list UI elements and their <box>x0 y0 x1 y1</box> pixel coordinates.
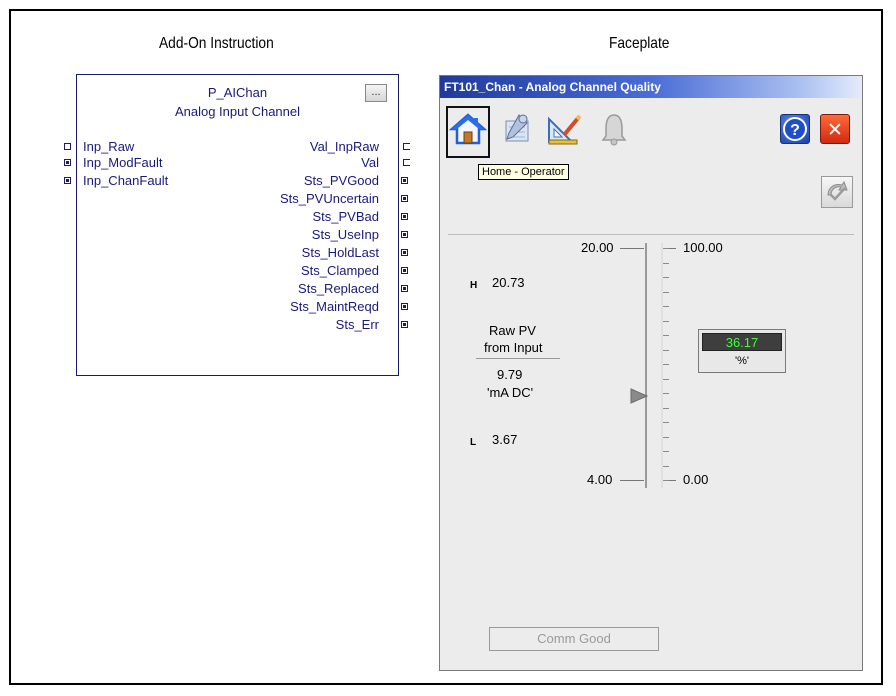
scale-tick <box>663 422 669 423</box>
pv-value: 36.17 <box>702 333 782 351</box>
output-pin-sts-pvgood: Sts_PVGood <box>303 173 379 188</box>
separator <box>448 234 854 235</box>
output-pin-marker <box>401 303 408 310</box>
scale-tick <box>663 364 669 365</box>
engineering-button[interactable] <box>544 109 584 149</box>
scale-tick <box>663 277 669 278</box>
output-pin-marker <box>401 249 408 256</box>
aoi-block[interactable]: P_AIChan Analog Input Channel ... Inp_Ra… <box>64 74 410 376</box>
raw-max-line <box>620 248 644 249</box>
input-pin-marker <box>64 177 71 184</box>
output-pin-marker <box>403 159 410 166</box>
help-icon: ? <box>783 117 807 141</box>
maintenance-button[interactable] <box>497 109 537 149</box>
scale-tick <box>663 451 669 452</box>
home-button[interactable] <box>448 109 488 149</box>
reset-button[interactable] <box>821 176 853 208</box>
faceplate-window: FT101_Chan - Analog Channel Quality ? ✕ … <box>439 75 863 671</box>
bell-icon <box>601 114 627 146</box>
scale-tick <box>663 349 669 351</box>
svg-text:?: ? <box>790 122 800 139</box>
scale-tick <box>663 407 669 409</box>
output-pin-marker <box>401 231 408 238</box>
output-pin-marker <box>401 321 408 328</box>
output-pin-sts-pvuncertain: Sts_PVUncertain <box>280 191 379 206</box>
low-limit-marker: L <box>470 437 477 448</box>
svg-text:✕: ✕ <box>827 119 843 141</box>
close-icon: ✕ <box>827 119 843 141</box>
output-pin-sts-pvbad: Sts_PVBad <box>312 209 380 224</box>
reset-icon <box>827 180 848 201</box>
raw-unit: 'mA DC' <box>487 385 534 400</box>
tooltip: Home - Operator <box>478 164 569 180</box>
eu-max-label: 100.00 <box>683 240 723 255</box>
aoi-heading: Add-On Instruction <box>159 35 274 52</box>
scale-tick <box>663 335 669 336</box>
raw-min-line <box>620 480 644 481</box>
engineering-icon <box>548 114 582 145</box>
output-pin-marker <box>401 267 408 274</box>
pv-unit: '%' <box>735 355 749 367</box>
raw-max-label: 20.00 <box>581 240 614 255</box>
scale-tick <box>663 436 669 438</box>
low-limit-value: 3.67 <box>492 432 518 447</box>
raw-pv-divider <box>476 358 560 359</box>
output-pin-marker <box>403 143 410 150</box>
aoi-config-button[interactable]: ... <box>365 84 387 102</box>
scale-tick <box>663 480 669 481</box>
output-pin-marker <box>401 195 408 202</box>
home-icon <box>448 113 488 145</box>
raw-min-label: 4.00 <box>587 472 613 487</box>
raw-pv-label-1: Raw PV <box>489 323 536 338</box>
scale-tick <box>663 306 669 307</box>
alarm-button[interactable] <box>594 109 634 149</box>
output-pin-marker <box>401 177 408 184</box>
output-pin-marker <box>401 213 408 220</box>
output-pin-val-inpraw: Val_InpRaw <box>309 139 379 154</box>
eu-min-label: 0.00 <box>683 472 709 487</box>
scale-tick <box>663 291 669 293</box>
aoi-title: P_AIChan <box>207 85 268 100</box>
output-pin-sts-clamped: Sts_Clamped <box>300 263 379 278</box>
faceplate-title-bar: FT101_Chan - Analog Channel Quality <box>440 76 862 98</box>
scale-tick <box>663 378 669 380</box>
output-pin-val: Val <box>361 155 379 170</box>
faceplate-heading: Faceplate <box>609 35 670 52</box>
output-pin-sts-replaced: Sts_Replaced <box>298 281 379 296</box>
scale-tick <box>663 262 669 264</box>
comm-status: Comm Good <box>489 627 659 651</box>
input-pin-inp-chanfault: Inp_ChanFault <box>83 173 169 188</box>
high-limit-marker: H <box>470 280 478 291</box>
output-pin-sts-useinp: Sts_UseInp <box>311 227 379 242</box>
input-pin-marker <box>64 143 71 150</box>
scale-tick <box>663 248 669 249</box>
pv-display: 36.17 '%' <box>698 329 786 373</box>
maintenance-icon <box>505 114 529 142</box>
raw-pv-label-2: from Input <box>484 340 543 355</box>
output-pin-sts-holdlast: Sts_HoldLast <box>301 245 379 260</box>
scale-tick <box>663 320 669 322</box>
scale-tick <box>663 465 669 467</box>
output-pin-marker <box>401 285 408 292</box>
pv-bar-track <box>645 243 663 488</box>
aoi-subtitle: Analog Input Channel <box>174 104 301 119</box>
output-pin-sts-maintreqd: Sts_MaintReqd <box>290 299 379 314</box>
raw-value: 9.79 <box>497 367 523 382</box>
help-button[interactable]: ? <box>780 114 810 144</box>
close-button[interactable]: ✕ <box>820 114 850 144</box>
pv-pointer-icon <box>630 388 649 404</box>
input-pin-inp-raw: Inp_Raw <box>83 139 135 154</box>
input-pin-inp-modfault: Inp_ModFault <box>83 155 163 170</box>
input-pin-marker <box>64 159 71 166</box>
scale-tick <box>663 393 669 394</box>
high-limit-value: 20.73 <box>492 275 525 290</box>
output-pin-sts-err: Sts_Err <box>335 317 379 332</box>
